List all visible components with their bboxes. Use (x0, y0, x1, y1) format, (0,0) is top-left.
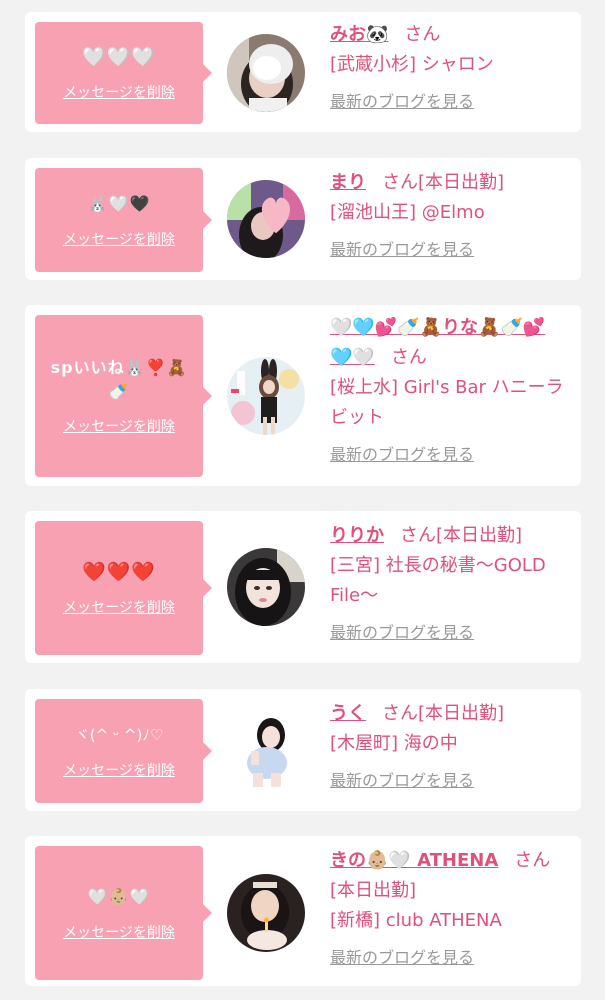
latest-blog-link[interactable]: 最新のブログを見る (330, 236, 474, 260)
latest-blog-link[interactable]: 最新のブログを見る (330, 767, 474, 791)
message-card: 🤍👶🏼🤍 メッセージを削除 きの👶🏼🤍 ATHENA さん [本日出勤] [新橋] … (25, 836, 581, 986)
delete-message-link[interactable]: メッセージを削除 (63, 922, 175, 942)
cast-info: うく さん[本日出勤] [木屋町] 海の中 最新のブログを見る (330, 699, 567, 791)
message-text: spいいね🐰❣️🧸🍼 (50, 358, 188, 401)
message-card: 🤍🤍🤍 メッセージを削除 みお🐼 さん [武蔵小杉] シャロン 最新のブログを見る (25, 12, 581, 132)
avatar[interactable] (227, 34, 305, 112)
status-badge: [本日出勤] (436, 525, 523, 546)
honorific: さん (390, 347, 427, 368)
cast-info: きの👶🏼🤍 ATHENA さん [本日出勤] [新橋] club ATHENA 最新… (330, 846, 567, 968)
delete-message-link[interactable]: メッセージを削除 (63, 760, 175, 780)
cast-name-link[interactable]: まり (330, 172, 366, 193)
message-text: ❤️❤️❤️ (82, 561, 156, 583)
message-text: 🤍🤍🤍 (82, 46, 156, 68)
area-label: [三宮] (330, 555, 381, 576)
honorific: さん (514, 850, 551, 871)
message-bubble: 🤍🤍🤍 メッセージを削除 (35, 22, 203, 124)
delete-message-link[interactable]: メッセージを削除 (63, 82, 175, 102)
shop-name: シャロン (421, 54, 494, 75)
message-bubble: 🐰🤍🖤 メッセージを削除 (35, 168, 203, 272)
delete-message-link[interactable]: メッセージを削除 (63, 597, 175, 617)
cast-info: りりか さん[本日出勤] [三宮] 社長の秘書〜GOLD File〜 最新のブログ… (330, 521, 567, 643)
honorific: さん (400, 525, 436, 546)
shop-name: 海の中 (403, 733, 458, 754)
cast-name-link[interactable]: りりか (330, 525, 384, 546)
cast-info: みお🐼 さん [武蔵小杉] シャロン 最新のブログを見る (330, 20, 567, 112)
message-text: 🐰🤍🖤 (87, 194, 151, 213)
area-label: [桜上水] (330, 377, 399, 398)
status-badge: [本日出勤] (418, 703, 505, 724)
message-bubble: ❤️❤️❤️ メッセージを削除 (35, 521, 203, 655)
latest-blog-link[interactable]: 最新のブログを見る (330, 619, 474, 643)
message-text: 🤍👶🏼🤍 (87, 887, 151, 906)
cast-name-link[interactable]: うく (330, 703, 366, 724)
message-bubble: ヾ(^ ᵕ ^)ﾉ♡ メッセージを削除 (35, 699, 203, 803)
status-badge: [本日出勤] (330, 880, 417, 901)
cast-name-link[interactable]: 🤍🩵💕🍼🧸りな🧸🍼💕🩵🤍 (330, 317, 545, 368)
message-bubble: 🤍👶🏼🤍 メッセージを削除 (35, 846, 203, 980)
message-card: ヾ(^ ᵕ ^)ﾉ♡ メッセージを削除 うく さん[本日出勤] [木屋町] 海の中… (25, 689, 581, 811)
latest-blog-link[interactable]: 最新のブログを見る (330, 944, 474, 968)
shop-name: club ATHENA (385, 910, 502, 931)
message-card: 🐰🤍🖤 メッセージを削除 まり さん[本日出勤] [溜池山王] @Elmo 最新の… (25, 158, 581, 280)
cast-info: まり さん[本日出勤] [溜池山王] @Elmo 最新のブログを見る (330, 168, 567, 260)
avatar[interactable] (227, 711, 305, 789)
latest-blog-link[interactable]: 最新のブログを見る (330, 88, 474, 112)
delete-message-link[interactable]: メッセージを削除 (63, 229, 175, 249)
message-card: spいいね🐰❣️🧸🍼 メッセージを削除 🤍🩵💕🍼🧸りな🧸🍼💕🩵🤍 さん [桜上水]… (25, 305, 581, 486)
avatar[interactable] (227, 874, 305, 952)
avatar[interactable] (227, 180, 305, 258)
avatar[interactable] (227, 357, 305, 435)
avatar[interactable] (227, 548, 305, 626)
status-badge: [本日出勤] (418, 172, 505, 193)
area-label: [武蔵小杉] (330, 54, 417, 75)
cast-name-link[interactable]: みお🐼 (330, 24, 388, 45)
cast-info: 🤍🩵💕🍼🧸りな🧸🍼💕🩵🤍 さん [桜上水] Girl's Bar ハニーラビット … (330, 313, 567, 465)
shop-name: @Elmo (421, 202, 485, 223)
message-card: ❤️❤️❤️ メッセージを削除 りりか さん[本日出勤] [三宮] 社長の秘書〜G… (25, 511, 581, 663)
message-bubble: spいいね🐰❣️🧸🍼 メッセージを削除 (35, 315, 203, 477)
latest-blog-link[interactable]: 最新のブログを見る (330, 441, 474, 465)
honorific: さん (382, 172, 418, 193)
cast-name-link[interactable]: きの👶🏼🤍 ATHENA (330, 850, 498, 871)
area-label: [新橋] (330, 910, 381, 931)
honorific: さん (382, 703, 418, 724)
area-label: [溜池山王] (330, 202, 417, 223)
message-text: ヾ(^ ᵕ ^)ﾉ♡ (74, 726, 164, 744)
delete-message-link[interactable]: メッセージを削除 (63, 416, 175, 436)
area-label: [木屋町] (330, 733, 399, 754)
honorific: さん (404, 24, 441, 45)
